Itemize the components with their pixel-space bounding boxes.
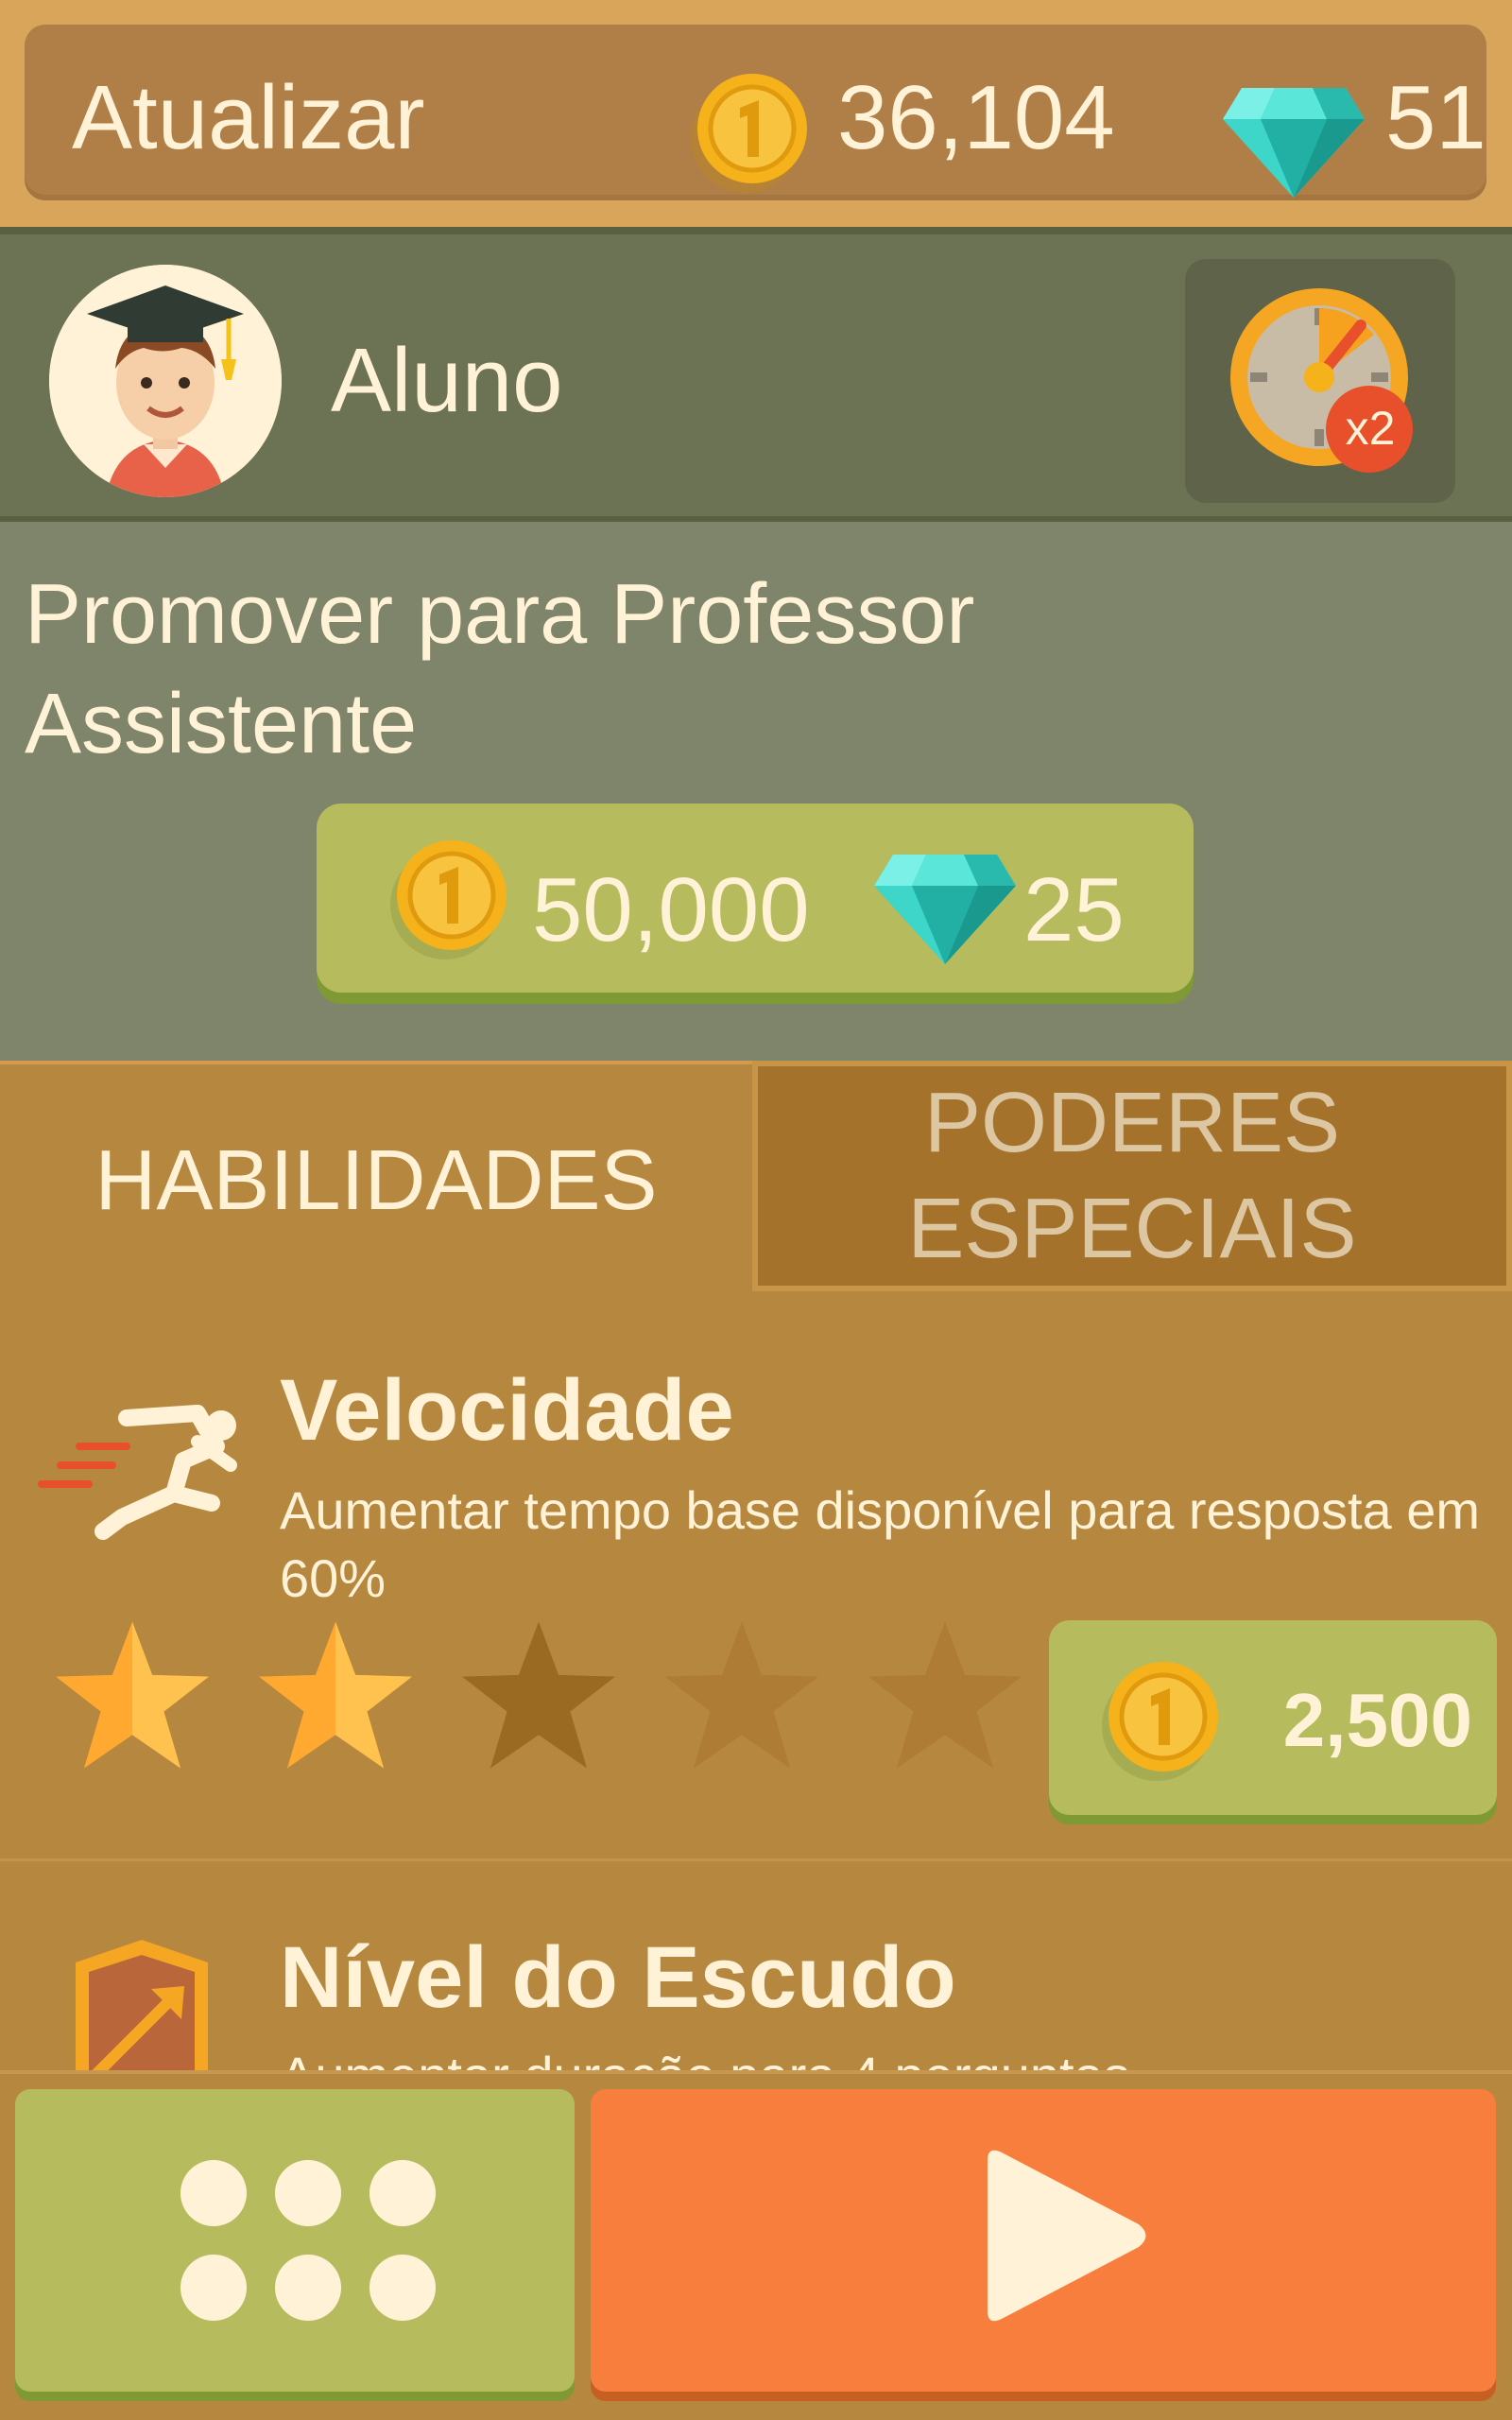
upgrade-price: 2,500 [1282, 1678, 1472, 1762]
boost-badge: x2 [1345, 402, 1396, 455]
gem-balance: 51 [1385, 67, 1486, 168]
shield-upgrade-icon [76, 1940, 208, 2076]
star-icon [56, 1621, 209, 1769]
skill-title: Velocidade [280, 1362, 734, 1459]
promote-gem-cost: 25 [1023, 859, 1125, 960]
top-currency-bar: Atualizar 36,104 51 [0, 0, 1512, 227]
runner-icon [38, 1405, 237, 1540]
skill-description: Aumentar tempo base disponível para resp… [280, 1480, 1481, 1608]
star-icon [868, 1621, 1022, 1769]
divider [0, 1858, 1512, 1861]
coin-icon [1102, 1662, 1218, 1781]
rank-title: Aluno [331, 330, 563, 431]
star-icon [462, 1621, 615, 1769]
tab-abilities[interactable]: HABILIDADES [0, 1061, 752, 1297]
avatar[interactable] [49, 265, 282, 497]
coin-balance: 36,104 [837, 67, 1115, 168]
timer-boost-icon [1230, 288, 1413, 473]
player-profile: Aluno x2 [0, 227, 1512, 522]
coin-icon [691, 74, 807, 193]
menu-button[interactable] [15, 2089, 575, 2392]
promotion-panel: Promover para Professor Assistente 50,00… [0, 522, 1512, 1061]
currency-panel: Atualizar 36,104 51 [25, 25, 1486, 200]
star-icon [259, 1621, 412, 1769]
gem-icon [1223, 88, 1365, 198]
play-button[interactable] [591, 2089, 1496, 2392]
graduate-avatar-icon [49, 265, 282, 497]
star-icon [665, 1621, 818, 1769]
promote-coin-cost: 50,000 [532, 859, 810, 960]
refresh-button[interactable]: Atualizar [72, 66, 425, 170]
coin-icon [390, 840, 507, 959]
tab-special-powers[interactable]: PODERES ESPECIAIS [752, 1061, 1512, 1291]
double-time-boost-button[interactable]: x2 [1185, 259, 1455, 503]
menu-dots-icon [180, 2160, 436, 2321]
promotion-title: Promover para Professor Assistente [25, 567, 975, 771]
bottom-action-bar [0, 2070, 1512, 2420]
skill-title: Nível do Escudo [280, 1929, 956, 2026]
promote-button[interactable]: 50,000 25 [317, 804, 1194, 993]
play-icon [988, 2150, 1146, 2322]
upgrade-skill-button[interactable]: 2,500 [1049, 1620, 1497, 1815]
gem-icon [874, 855, 1016, 964]
